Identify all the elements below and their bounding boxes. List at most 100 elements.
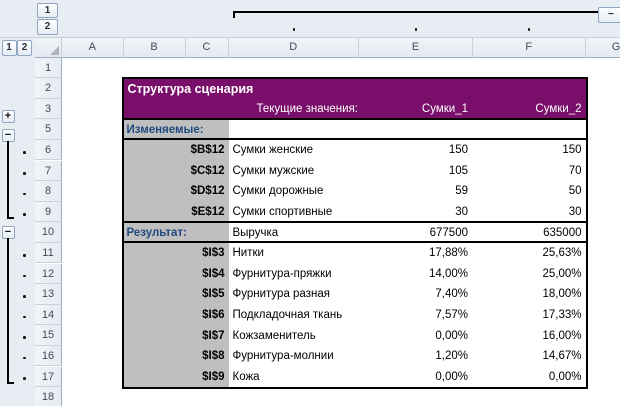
cell-ref[interactable]: $C$12: [123, 160, 229, 182]
row-header-2[interactable]: 2: [35, 78, 62, 99]
empty-cell[interactable]: [229, 120, 360, 139]
row-outline-collapse-button-changing[interactable]: −: [1, 128, 15, 142]
cell-name[interactable]: Сумки спортивные: [229, 202, 360, 221]
cell-ref[interactable]: $I$9: [123, 366, 229, 388]
row-header-18[interactable]: 18: [35, 387, 62, 406]
column-header-b[interactable]: B: [123, 38, 186, 58]
cell-ref[interactable]: $I$3: [123, 243, 229, 264]
cell-current-value[interactable]: 105: [359, 161, 473, 182]
current-values-header-cell[interactable]: Текущие значения:: [229, 99, 360, 118]
row-header-17[interactable]: 17: [35, 366, 62, 388]
cell-current-value[interactable]: 14,00%: [359, 264, 473, 285]
row-header-10[interactable]: 10: [35, 222, 62, 243]
row-header-8[interactable]: 8: [35, 181, 62, 202]
cell-ref[interactable]: $I$5: [123, 284, 229, 306]
cell-scenario-value[interactable]: 50: [473, 181, 586, 202]
cell-ref[interactable]: $I$8: [123, 346, 229, 367]
row-header-5[interactable]: 5: [35, 119, 62, 140]
scenario1-header-cell[interactable]: Сумки_1: [359, 99, 473, 118]
cell-current-value[interactable]: 7,57%: [359, 305, 473, 326]
empty-cell[interactable]: [359, 120, 473, 139]
cell-scenario-value[interactable]: 0,00%: [473, 367, 586, 388]
cell-scenario-value[interactable]: 17,33%: [473, 305, 586, 326]
cell-ref[interactable]: $I$7: [123, 325, 229, 347]
header-spacer-cell[interactable]: [124, 99, 229, 118]
row-header-1[interactable]: 1: [35, 57, 62, 79]
cell-scenario-value[interactable]: 150: [473, 140, 586, 161]
cell-name[interactable]: Фурнитура-молнии: [229, 346, 360, 367]
cell-name[interactable]: Сумки мужские: [229, 161, 360, 182]
cell-scenario-value[interactable]: 30: [473, 202, 586, 221]
row-header-6[interactable]: 6: [35, 139, 62, 161]
column-header-a[interactable]: A: [62, 38, 124, 58]
outline-dot: [23, 213, 26, 216]
row-header-9[interactable]: 9: [35, 201, 62, 223]
row-header-13[interactable]: 13: [35, 284, 62, 305]
outline-dot: [23, 172, 26, 175]
cell-scenario-value[interactable]: 14,67%: [473, 346, 586, 367]
cell-current-value[interactable]: 0,00%: [359, 367, 473, 388]
cell-ref[interactable]: $I$4: [123, 263, 229, 285]
cell-current-value[interactable]: 150: [359, 140, 473, 161]
cell-scenario-value[interactable]: 25,63%: [473, 243, 586, 264]
cell-current-value[interactable]: 59: [359, 181, 473, 202]
cell-name[interactable]: Сумки женские: [229, 140, 360, 161]
row-header-7[interactable]: 7: [35, 160, 62, 182]
column-header-d[interactable]: D: [228, 38, 359, 58]
column-outline-level-1-button[interactable]: 1: [37, 2, 58, 18]
outline-dot: [23, 356, 26, 359]
cell-current-value[interactable]: 677500: [359, 223, 473, 242]
table-title-cell[interactable]: Структура сценария: [124, 79, 586, 100]
cell-scenario-value[interactable]: 70: [473, 161, 586, 182]
cell-name[interactable]: Фурнитура-пряжки: [229, 264, 360, 285]
row-outline-expand-button[interactable]: +: [1, 109, 15, 123]
row-outline-level-1-button[interactable]: 1: [1, 40, 17, 56]
column-header-f[interactable]: F: [473, 38, 586, 58]
cell-scenario-value[interactable]: 635000: [473, 223, 586, 242]
outline-dot: [23, 151, 26, 154]
changing-cells-label[interactable]: Изменяемые:: [123, 119, 229, 139]
row-header-12[interactable]: 12: [35, 263, 62, 285]
cell-ref[interactable]: $D$12: [123, 181, 229, 203]
row-header-14[interactable]: 14: [35, 304, 62, 326]
cell-name[interactable]: Кожа: [229, 367, 360, 388]
row-outline-collapse-button-result[interactable]: −: [1, 225, 15, 239]
cell-name[interactable]: Выручка: [229, 223, 360, 242]
column-header-e[interactable]: E: [359, 38, 473, 58]
cell-current-value[interactable]: 1,20%: [359, 346, 473, 367]
cell-current-value[interactable]: 7,40%: [359, 284, 473, 305]
row-header-3[interactable]: 3: [35, 98, 62, 120]
result-cells-label[interactable]: Результат:: [123, 222, 229, 242]
cell-name[interactable]: Нитки: [229, 243, 360, 264]
changing-row: $E$12 Сумки спортивные 30 30: [123, 202, 586, 223]
column-outline-gutter: 1 2 −: [0, 0, 620, 38]
row-header-11[interactable]: 11: [35, 242, 62, 264]
cell-current-value[interactable]: 0,00%: [359, 326, 473, 347]
cell-name[interactable]: Фурнитура разная: [229, 284, 360, 305]
empty-cell[interactable]: [473, 120, 586, 139]
cell-current-value[interactable]: 17,88%: [359, 243, 473, 264]
row-header-16[interactable]: 16: [35, 345, 62, 367]
outline-dot: [23, 274, 26, 277]
column-header-g[interactable]: G: [585, 38, 620, 58]
select-all-button[interactable]: [35, 38, 62, 58]
cell-ref[interactable]: $B$12: [123, 140, 229, 161]
row-outline-gutter: 1 2 + − −: [0, 38, 35, 406]
column-outline-level-2-button[interactable]: 2: [37, 19, 58, 35]
cell-name[interactable]: Сумки дорожные: [229, 181, 360, 202]
cell-name[interactable]: Кожзаменитель: [229, 326, 360, 347]
row-header-15[interactable]: 15: [35, 325, 62, 346]
cell-ref[interactable]: $E$12: [123, 202, 229, 221]
column-outline-collapse-button[interactable]: −: [598, 7, 620, 23]
cell-current-value[interactable]: 30: [359, 202, 473, 221]
scenario2-header-cell[interactable]: Сумки_2: [473, 99, 586, 118]
cell-scenario-value[interactable]: 18,00%: [473, 284, 586, 305]
cell-scenario-value[interactable]: 25,00%: [473, 264, 586, 285]
cell-scenario-value[interactable]: 16,00%: [473, 326, 586, 347]
column-header-c[interactable]: C: [185, 38, 229, 58]
table-title-row: Структура сценария: [123, 78, 586, 100]
cell-ref[interactable]: $I$6: [123, 305, 229, 326]
row-outline-level-2-button[interactable]: 2: [17, 40, 32, 56]
cell-name[interactable]: Подкладочная ткань: [229, 305, 360, 326]
result-row: $I$4 Фурнитура-пряжки 14,00% 25,00%: [123, 263, 586, 285]
